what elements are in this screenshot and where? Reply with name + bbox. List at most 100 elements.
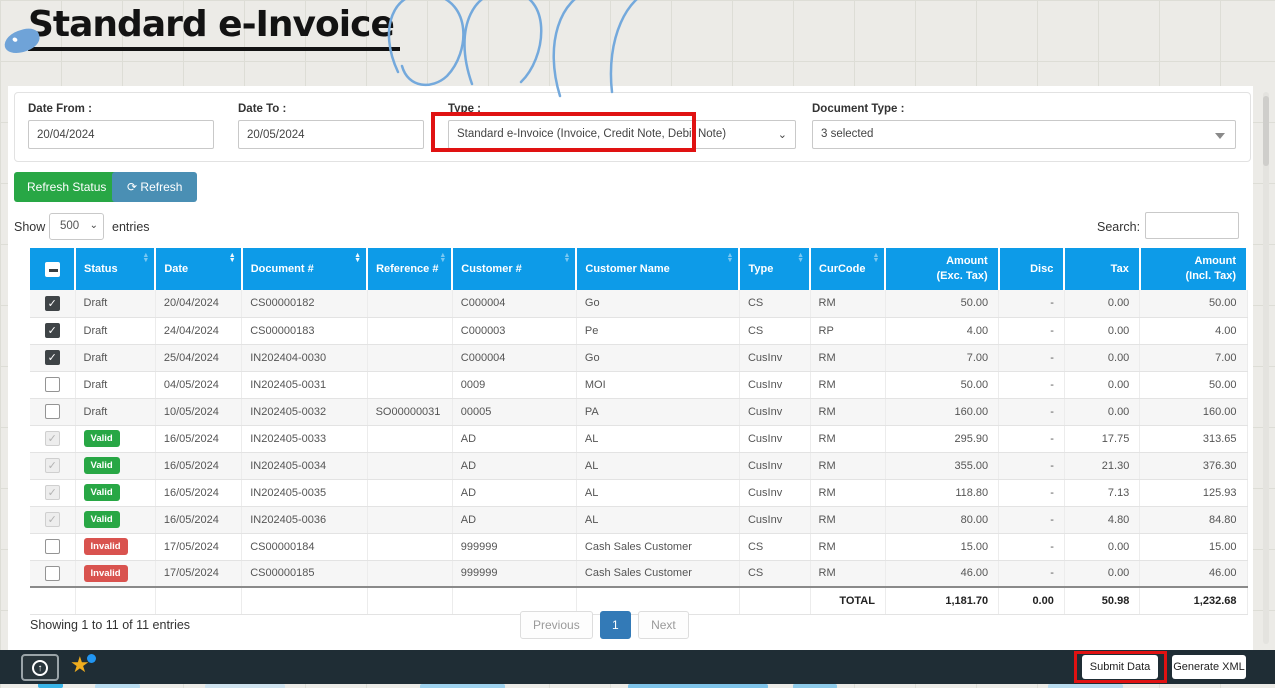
- amount-incl-cell: 125.93: [1140, 479, 1247, 506]
- sort-icon: ▲▼: [873, 253, 880, 263]
- document-type-select[interactable]: 3 selected: [812, 120, 1236, 149]
- amount-exc-cell: 50.00: [885, 371, 998, 398]
- highlighter-mark: [205, 684, 285, 688]
- highlighter-mark: [420, 684, 505, 688]
- type-cell: CS: [739, 317, 810, 344]
- select-all-header[interactable]: [30, 248, 75, 290]
- empty-cell: [452, 587, 576, 614]
- date-cell: 17/05/2024: [155, 533, 241, 560]
- customer-name-cell: Go: [576, 290, 739, 317]
- disc-cell: -: [999, 506, 1065, 533]
- customer-no-cell: 999999: [452, 560, 576, 587]
- column-header[interactable]: Date▲▼: [155, 248, 241, 290]
- column-header[interactable]: CurCode▲▼: [810, 248, 885, 290]
- document-cell: IN202405-0031: [242, 371, 367, 398]
- refresh-button[interactable]: ⟳ Refresh: [112, 172, 197, 202]
- customer-name-cell: AL: [576, 452, 739, 479]
- table-row: Invalid17/05/2024CS00000184999999Cash Sa…: [30, 533, 1247, 560]
- next-page-button[interactable]: Next: [638, 611, 689, 639]
- amount-exc-cell: 118.80: [885, 479, 998, 506]
- sort-icon: ▲▼: [439, 253, 446, 263]
- row-checkbox[interactable]: ✓: [45, 350, 60, 365]
- refresh-status-button[interactable]: Refresh Status: [14, 172, 119, 202]
- generate-xml-button[interactable]: Generate XML: [1172, 655, 1246, 679]
- table-row: ✓Valid16/05/2024IN202405-0033ADALCusInvR…: [30, 425, 1247, 452]
- date-cell: 16/05/2024: [155, 479, 241, 506]
- row-checkbox[interactable]: [45, 377, 60, 392]
- type-select-value: Standard e-Invoice (Invoice, Credit Note…: [457, 128, 726, 140]
- table-row: ✓Draft24/04/2024CS00000183C000003PeCSRP4…: [30, 317, 1247, 344]
- date-cell: 10/05/2024: [155, 398, 241, 425]
- customer-name-cell: MOI: [576, 371, 739, 398]
- table-header-row: Status▲▼Date▲▼Document #▲▼Reference #▲▼C…: [30, 248, 1247, 290]
- previous-page-button[interactable]: Previous: [520, 611, 593, 639]
- row-checkbox[interactable]: [45, 566, 60, 581]
- amount-incl-cell: 376.30: [1140, 452, 1247, 479]
- customer-no-cell: AD: [452, 479, 576, 506]
- document-cell: CS00000185: [242, 560, 367, 587]
- document-cell: IN202405-0034: [242, 452, 367, 479]
- type-cell: CusInv: [739, 452, 810, 479]
- row-select-cell: ✓: [30, 506, 75, 533]
- disc-cell: -: [999, 452, 1065, 479]
- column-header: Amount (Incl. Tax): [1140, 248, 1247, 290]
- type-cell: CS: [739, 533, 810, 560]
- table-row: ✓Draft20/04/2024CS00000182C000004GoCSRM5…: [30, 290, 1247, 317]
- type-select[interactable]: Standard e-Invoice (Invoice, Credit Note…: [448, 120, 796, 149]
- reference-cell: [367, 479, 452, 506]
- status-badge: Valid: [84, 457, 120, 474]
- column-header[interactable]: Type▲▼: [739, 248, 810, 290]
- dropdown-arrow-icon: [1215, 133, 1225, 139]
- curcode-cell: RM: [810, 533, 885, 560]
- column-header[interactable]: Customer Name▲▼: [576, 248, 739, 290]
- document-type-select-value: 3 selected: [821, 128, 873, 140]
- customer-name-cell: AL: [576, 479, 739, 506]
- chevron-down-icon: ⌄: [90, 220, 98, 231]
- submit-data-button[interactable]: Submit Data: [1082, 655, 1158, 679]
- scrollbar[interactable]: [1263, 92, 1269, 644]
- row-checkbox[interactable]: ✓: [45, 323, 60, 338]
- status-badge: Valid: [84, 511, 120, 528]
- column-header[interactable]: Customer #▲▼: [452, 248, 576, 290]
- tax-cell: 0.00: [1064, 560, 1139, 587]
- date-to-input[interactable]: [238, 120, 424, 149]
- row-checkbox: ✓: [45, 458, 60, 473]
- tax-cell: 0.00: [1064, 290, 1139, 317]
- document-cell: CS00000182: [242, 290, 367, 317]
- column-header[interactable]: Document #▲▼: [242, 248, 367, 290]
- up-arrow-icon: ↑: [32, 660, 48, 676]
- disc-cell: -: [999, 344, 1065, 371]
- reference-cell: [367, 533, 452, 560]
- customer-name-cell: Cash Sales Customer: [576, 560, 739, 587]
- search-input[interactable]: [1145, 212, 1239, 239]
- disc-cell: -: [999, 317, 1065, 344]
- row-checkbox[interactable]: [45, 404, 60, 419]
- tax-cell: 17.75: [1064, 425, 1139, 452]
- refresh-button-label: Refresh: [140, 180, 182, 194]
- row-checkbox[interactable]: ✓: [45, 296, 60, 311]
- empty-cell: [242, 587, 367, 614]
- current-page-button[interactable]: 1: [600, 611, 631, 639]
- search-label: Search:: [1097, 220, 1140, 234]
- status-cell: Valid: [75, 452, 155, 479]
- pagination: Previous 1 Next: [520, 611, 693, 639]
- amount-exc-cell: 355.00: [885, 452, 998, 479]
- table-row: ✓Valid16/05/2024IN202405-0034ADALCusInvR…: [30, 452, 1247, 479]
- select-all-checkbox[interactable]: [45, 262, 60, 277]
- amount-exc-cell: 160.00: [885, 398, 998, 425]
- page-length-select[interactable]: 500 ⌄: [49, 213, 104, 240]
- filter-panel: Date From : Date To : Type : Standard e-…: [14, 92, 1251, 162]
- curcode-cell: RM: [810, 425, 885, 452]
- column-header[interactable]: Status▲▼: [75, 248, 155, 290]
- curcode-cell: RM: [810, 344, 885, 371]
- status-cell: Valid: [75, 425, 155, 452]
- row-checkbox[interactable]: [45, 539, 60, 554]
- total-label: TOTAL: [810, 587, 885, 614]
- amount-incl-cell: 4.00: [1140, 317, 1247, 344]
- tax-cell: 0.00: [1064, 317, 1139, 344]
- scroll-top-button[interactable]: ↑: [21, 654, 59, 681]
- type-cell: CS: [739, 560, 810, 587]
- column-header[interactable]: Reference #▲▼: [367, 248, 452, 290]
- date-from-input[interactable]: [28, 120, 214, 149]
- reference-cell: [367, 317, 452, 344]
